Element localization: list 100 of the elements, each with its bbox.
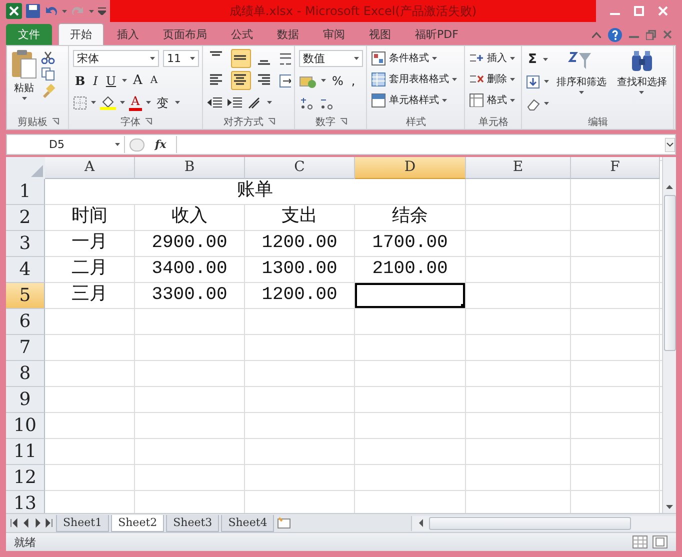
percent-button[interactable]: % bbox=[330, 72, 346, 88]
caret-icon[interactable] bbox=[150, 57, 155, 60]
row-header[interactable]: 5 bbox=[6, 283, 45, 309]
font-color-button[interactable]: A bbox=[129, 94, 142, 110]
column-header[interactable]: F bbox=[571, 157, 660, 179]
row-header[interactable]: 7 bbox=[6, 335, 45, 361]
row-header[interactable]: 3 bbox=[6, 231, 45, 257]
caret-icon[interactable] bbox=[120, 101, 125, 104]
number-format-field[interactable]: 数值 bbox=[299, 50, 363, 67]
collapse-ribbon-icon[interactable] bbox=[592, 32, 601, 38]
column-header[interactable]: E bbox=[466, 157, 571, 179]
column-header[interactable]: A bbox=[45, 157, 135, 179]
sheet-tab[interactable]: Sheet2 bbox=[111, 514, 164, 532]
fill-down-icon[interactable] bbox=[526, 74, 540, 88]
caret-icon[interactable] bbox=[91, 101, 96, 104]
caret-icon[interactable] bbox=[578, 91, 584, 94]
caret-icon[interactable] bbox=[639, 91, 644, 94]
italic-button[interactable]: I bbox=[91, 72, 100, 88]
copy-icon[interactable] bbox=[41, 67, 57, 81]
delete-button[interactable]: 删除 bbox=[469, 70, 518, 88]
normal-view-icon[interactable] bbox=[632, 535, 648, 549]
row-header[interactable]: 10 bbox=[6, 413, 45, 439]
help-icon[interactable] bbox=[608, 28, 622, 42]
eraser-icon[interactable] bbox=[526, 96, 540, 110]
ribbon-tab[interactable]: 视图 bbox=[358, 24, 402, 45]
horizontal-scrollbar[interactable] bbox=[411, 516, 676, 530]
row-header[interactable]: 2 bbox=[6, 205, 45, 231]
row-header[interactable]: 4 bbox=[6, 257, 45, 283]
caret-icon[interactable] bbox=[452, 78, 457, 80]
ribbon-tab[interactable]: 福昕PDF bbox=[404, 24, 470, 45]
caret-icon[interactable] bbox=[510, 98, 515, 102]
merge-cells-icon[interactable] bbox=[279, 74, 291, 88]
vertical-scrollbar[interactable] bbox=[662, 157, 676, 513]
ribbon-tab[interactable]: 页面布局 bbox=[152, 24, 218, 45]
row-header[interactable]: 1 bbox=[6, 179, 45, 205]
shrink-font-button[interactable]: A bbox=[148, 72, 160, 88]
row-header[interactable]: 13 bbox=[6, 491, 45, 513]
name-box[interactable]: D5 bbox=[7, 136, 125, 153]
paste-button[interactable]: 粘贴 bbox=[11, 49, 37, 114]
sheet-tab[interactable]: Sheet4 bbox=[221, 514, 274, 532]
dialog-launcher-icon[interactable] bbox=[340, 118, 346, 125]
caret-icon[interactable] bbox=[432, 56, 437, 60]
row-header[interactable]: 6 bbox=[6, 309, 45, 335]
caret-icon[interactable] bbox=[174, 101, 180, 104]
underline-button[interactable]: U bbox=[104, 72, 118, 88]
sheet-tab[interactable]: Sheet1 bbox=[56, 514, 110, 532]
file-tab[interactable]: 文件 bbox=[6, 24, 52, 45]
grow-font-button[interactable]: A bbox=[131, 72, 144, 88]
expand-formula-icon[interactable] bbox=[665, 138, 675, 152]
column-header[interactable]: D bbox=[355, 157, 466, 179]
caret-icon[interactable] bbox=[510, 56, 515, 60]
decrease-indent-icon[interactable] bbox=[207, 96, 223, 110]
autosum-button[interactable]: Σ bbox=[526, 52, 539, 68]
conditional-format-button[interactable]: 条件格式 bbox=[371, 49, 461, 67]
cell-styles-button[interactable]: 单元格样式 bbox=[371, 91, 461, 109]
row-header[interactable]: 12 bbox=[6, 465, 45, 491]
caret-icon[interactable] bbox=[354, 57, 359, 60]
save-icon[interactable] bbox=[26, 4, 40, 18]
find-select-button[interactable]: 查找和选择 bbox=[614, 49, 670, 114]
insert-function-button[interactable]: fx bbox=[149, 138, 172, 151]
caret-icon[interactable] bbox=[115, 143, 120, 146]
column-header[interactable]: B bbox=[135, 157, 245, 179]
table-format-button[interactable]: 套用表格格式 bbox=[371, 70, 461, 88]
dialog-launcher-icon[interactable] bbox=[144, 118, 152, 125]
column-header[interactable]: C bbox=[245, 157, 355, 179]
ribbon-tab[interactable]: 公式 bbox=[220, 24, 264, 45]
ribbon-tab[interactable]: 插入 bbox=[106, 24, 150, 45]
increase-decimal-icon[interactable] bbox=[299, 96, 315, 110]
font-size-field[interactable]: 11 bbox=[163, 50, 199, 67]
center-icon[interactable] bbox=[231, 71, 251, 90]
dialog-launcher-icon[interactable] bbox=[268, 118, 274, 125]
row-header[interactable]: 11 bbox=[6, 439, 45, 465]
phonetic-button[interactable]: 变 bbox=[154, 94, 171, 110]
caret-icon[interactable] bbox=[544, 80, 549, 83]
middle-align-icon[interactable] bbox=[231, 49, 251, 68]
bold-button[interactable]: B bbox=[73, 72, 88, 88]
font-name-field[interactable]: 宋体 bbox=[73, 50, 159, 67]
ribbon-tab[interactable]: 审阅 bbox=[312, 24, 356, 45]
caret-icon[interactable] bbox=[542, 58, 548, 61]
caret-icon[interactable] bbox=[321, 79, 326, 82]
increase-indent-icon[interactable] bbox=[227, 96, 243, 110]
excel-logo-icon[interactable] bbox=[6, 3, 22, 19]
sheet-navigation-icon[interactable] bbox=[10, 518, 54, 528]
comma-button[interactable]: , bbox=[349, 72, 358, 88]
caret-icon[interactable] bbox=[267, 101, 272, 104]
caret-icon[interactable] bbox=[510, 78, 515, 80]
format-button[interactable]: 格式 bbox=[469, 91, 518, 109]
caret-icon[interactable] bbox=[442, 98, 447, 102]
caret-icon[interactable] bbox=[22, 97, 26, 100]
border-icon[interactable] bbox=[73, 96, 87, 110]
caret-icon[interactable] bbox=[146, 101, 151, 104]
row-header[interactable]: 9 bbox=[6, 387, 45, 413]
caret-icon[interactable] bbox=[122, 79, 128, 82]
fill-color-icon[interactable] bbox=[100, 95, 116, 110]
ribbon-tab[interactable]: 开始 bbox=[58, 23, 104, 45]
scissors-icon[interactable] bbox=[41, 50, 55, 64]
sheet-tab[interactable]: Sheet3 bbox=[166, 514, 220, 532]
caret-icon[interactable] bbox=[544, 102, 549, 105]
wrap-text-icon[interactable] bbox=[279, 52, 291, 66]
ribbon-tab[interactable]: 数据 bbox=[266, 24, 310, 45]
